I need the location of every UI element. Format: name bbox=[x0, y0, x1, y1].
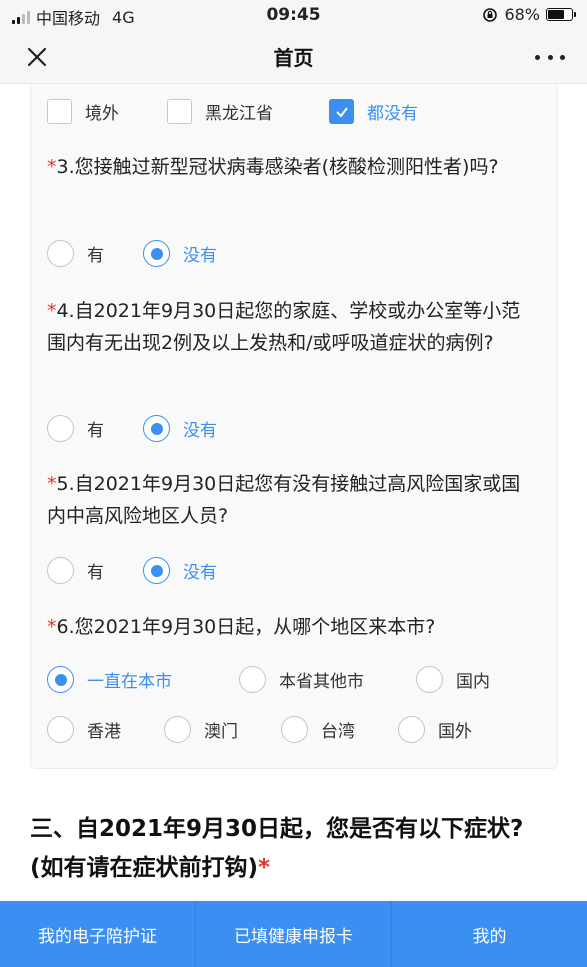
radio-selected[interactable] bbox=[143, 240, 170, 267]
radio[interactable] bbox=[47, 240, 74, 267]
status-bar: 中国移动 4G 09:45 68% bbox=[0, 0, 587, 30]
checkbox-checked[interactable] bbox=[329, 99, 354, 124]
radio[interactable] bbox=[416, 666, 443, 693]
question-3: *3.您接触过新型冠状病毒感染者(核酸检测阳性者)吗? bbox=[47, 151, 537, 183]
option-label: 香港 bbox=[87, 722, 121, 742]
radio[interactable] bbox=[239, 666, 266, 693]
q6-option-province[interactable]: 本省其他市 bbox=[239, 666, 416, 693]
q6-option-local[interactable]: 一直在本市 bbox=[47, 666, 239, 693]
required-mark: * bbox=[47, 156, 57, 178]
bottom-tab-bar: 我的电子陪护证 已填健康申报卡 我的 bbox=[0, 901, 587, 967]
option-label: 境外 bbox=[85, 104, 119, 124]
option-label: 有 bbox=[87, 563, 104, 583]
page-title: 首页 bbox=[273, 46, 314, 70]
required-mark: * bbox=[47, 616, 57, 638]
q2-option-heilongjiang[interactable]: 黑龙江省 bbox=[167, 99, 329, 124]
radio-selected[interactable] bbox=[47, 666, 74, 693]
q3-options: 有 没有 bbox=[47, 240, 217, 267]
option-label: 都没有 bbox=[367, 104, 418, 124]
option-label: 台湾 bbox=[321, 722, 355, 742]
checkbox[interactable] bbox=[47, 99, 72, 124]
radio[interactable] bbox=[47, 716, 74, 743]
q6-option-domestic[interactable]: 国内 bbox=[416, 666, 490, 693]
radio[interactable] bbox=[47, 557, 74, 584]
q6-option-taiwan[interactable]: 台湾 bbox=[281, 716, 398, 743]
question-4: *4.自2021年9月30日起您的家庭、学校或办公室等小范围内有无出现2例及以上… bbox=[47, 295, 537, 359]
option-label: 国外 bbox=[438, 722, 472, 742]
nav-bar: 首页 bbox=[0, 30, 587, 84]
q6-option-hongkong[interactable]: 香港 bbox=[47, 716, 164, 743]
q2-option-abroad[interactable]: 境外 bbox=[47, 99, 167, 124]
tab-mine[interactable]: 我的 bbox=[392, 901, 587, 967]
q5-option-yes[interactable]: 有 bbox=[47, 557, 143, 584]
required-mark: * bbox=[258, 855, 271, 881]
section-3-heading: 三、自2021年9月30日起，您是否有以下症状? (如有请在症状前打钩)* bbox=[30, 810, 560, 888]
option-label: 黑龙江省 bbox=[205, 104, 273, 124]
radio-selected[interactable] bbox=[143, 415, 170, 442]
option-label: 没有 bbox=[183, 421, 217, 441]
battery-icon bbox=[546, 8, 576, 21]
form-scroll-area[interactable]: 境外 黑龙江省 都没有 *3.您接触过新型冠状病毒感染者(核酸检测阳性者)吗? … bbox=[0, 85, 587, 901]
question-6: *6.您2021年9月30日起，从哪个地区来本市? bbox=[47, 611, 537, 643]
radio[interactable] bbox=[47, 415, 74, 442]
q6-options-row1: 一直在本市 本省其他市 国内 bbox=[47, 666, 490, 693]
option-label: 澳门 bbox=[204, 722, 238, 742]
option-label: 有 bbox=[87, 246, 104, 266]
q5-options: 有 没有 bbox=[47, 557, 217, 584]
option-label: 有 bbox=[87, 421, 104, 441]
q2-options: 境外 黑龙江省 都没有 bbox=[47, 99, 418, 124]
question-text: 3.您接触过新型冠状病毒感染者(核酸检测阳性者)吗? bbox=[56, 156, 499, 178]
battery-percent: 68% bbox=[504, 5, 540, 24]
question-text: 6.您2021年9月30日起，从哪个地区来本市? bbox=[56, 616, 436, 638]
q6-option-macau[interactable]: 澳门 bbox=[164, 716, 281, 743]
question-text: 5.自2021年9月30日起您有没有接触过高风险国家或国内中高风险地区人员? bbox=[47, 473, 521, 527]
section-text: 三、自2021年9月30日起，您是否有以下症状? (如有请在症状前打钩) bbox=[30, 816, 524, 881]
required-mark: * bbox=[47, 300, 57, 322]
orientation-lock-icon bbox=[483, 7, 498, 22]
more-icon[interactable] bbox=[535, 42, 565, 72]
q3-option-yes[interactable]: 有 bbox=[47, 240, 143, 267]
radio[interactable] bbox=[164, 716, 191, 743]
q2-option-none[interactable]: 都没有 bbox=[329, 99, 418, 124]
option-label: 没有 bbox=[183, 563, 217, 583]
option-label: 国内 bbox=[456, 672, 490, 692]
question-text: 4.自2021年9月30日起您的家庭、学校或办公室等小范围内有无出现2例及以上发… bbox=[47, 300, 521, 354]
question-5: *5.自2021年9月30日起您有没有接触过高风险国家或国内中高风险地区人员? bbox=[47, 468, 537, 532]
q4-options: 有 没有 bbox=[47, 415, 217, 442]
tab-escort-pass[interactable]: 我的电子陪护证 bbox=[0, 901, 196, 967]
option-label: 一直在本市 bbox=[87, 672, 172, 692]
q6-option-abroad[interactable]: 国外 bbox=[398, 716, 472, 743]
option-label: 本省其他市 bbox=[279, 672, 364, 692]
radio-selected[interactable] bbox=[143, 557, 170, 584]
check-icon bbox=[335, 106, 348, 118]
radio[interactable] bbox=[281, 716, 308, 743]
q4-option-yes[interactable]: 有 bbox=[47, 415, 143, 442]
q3-option-no[interactable]: 没有 bbox=[143, 240, 217, 267]
required-mark: * bbox=[47, 473, 57, 495]
q6-options-row2: 香港 澳门 台湾 国外 bbox=[47, 716, 472, 743]
status-right: 68% bbox=[482, 5, 576, 24]
q5-option-no[interactable]: 没有 bbox=[143, 557, 217, 584]
radio[interactable] bbox=[398, 716, 425, 743]
tab-health-cards[interactable]: 已填健康申报卡 bbox=[196, 901, 392, 967]
option-label: 没有 bbox=[183, 246, 217, 266]
checkbox[interactable] bbox=[167, 99, 192, 124]
q4-option-no[interactable]: 没有 bbox=[143, 415, 217, 442]
